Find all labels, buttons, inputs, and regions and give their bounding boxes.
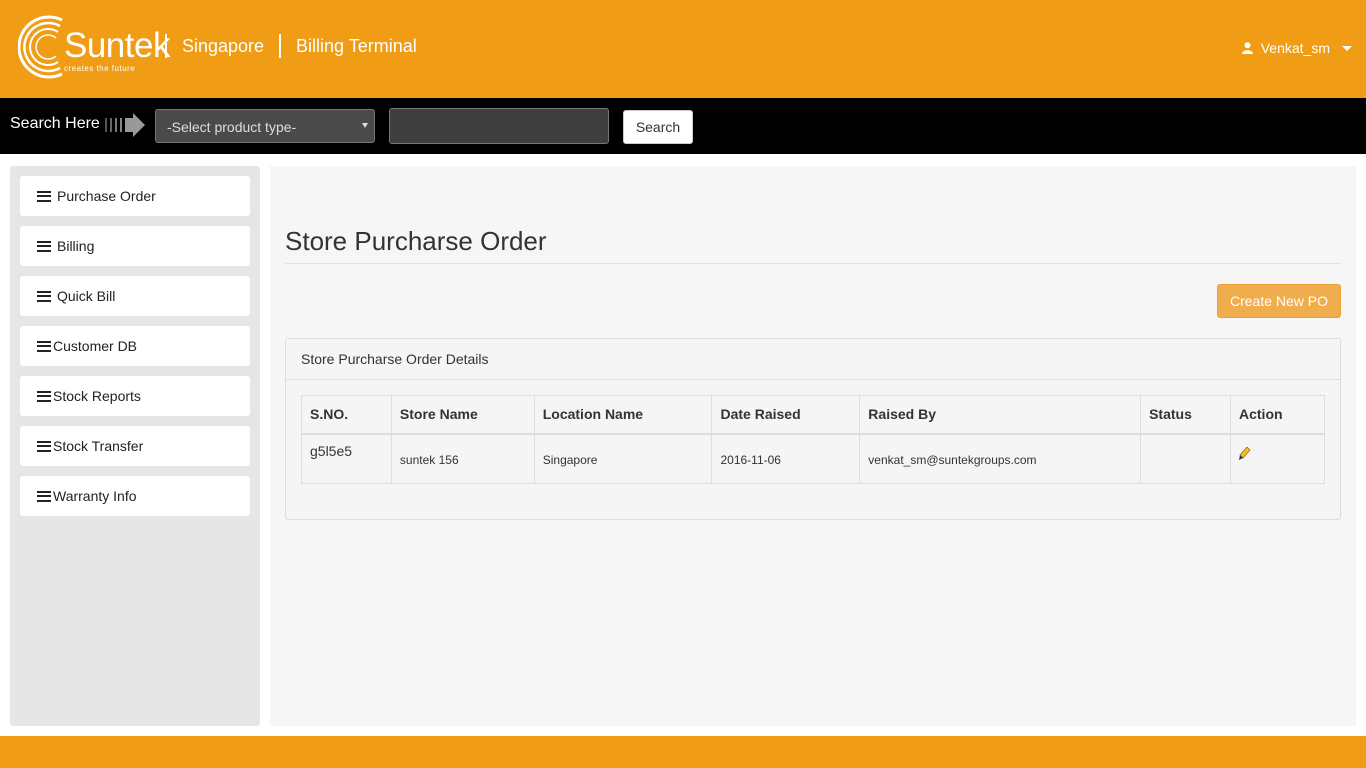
list-icon — [37, 240, 51, 252]
header-divider — [279, 34, 281, 58]
sidebar-item-label: Stock Reports — [53, 388, 141, 404]
sidebar-item-purchase-order[interactable]: Purchase Order — [20, 176, 250, 216]
column-header: S.NO. — [301, 395, 392, 435]
list-icon — [37, 490, 51, 502]
arrow-right-icon — [105, 113, 145, 137]
sidebar-item-label: Billing — [57, 238, 95, 254]
cell-sno: g5l5e5 — [301, 433, 392, 484]
product-type-select[interactable]: -Select product type- — [155, 109, 375, 143]
app-footer — [0, 736, 1366, 768]
cell-action — [1230, 433, 1325, 484]
header-divider — [165, 34, 167, 58]
sidebar-item-warranty-info[interactable]: Warranty Info — [20, 476, 250, 516]
app-header: Suntek creates the future Singapore Bill… — [0, 0, 1366, 98]
divider — [285, 263, 1341, 264]
sidebar-item-quick-bill[interactable]: Quick Bill — [20, 276, 250, 316]
search-button[interactable]: Search — [623, 110, 693, 144]
sidebar-item-label: Quick Bill — [57, 288, 116, 304]
product-type-selected: -Select product type- — [167, 119, 297, 135]
caret-down-icon — [1342, 45, 1352, 51]
sidebar-item-stock-reports[interactable]: Stock Reports — [20, 376, 250, 416]
app-name-label: Billing Terminal — [296, 36, 417, 56]
list-icon — [37, 190, 51, 202]
table-row: g5l5e5 suntek 156 Singapore 2016-11-06 v… — [301, 433, 1325, 484]
logo-wordmark: Suntek — [64, 26, 170, 65]
sidebar-item-label: Warranty Info — [53, 488, 137, 504]
page-title: Store Purcharse Order — [285, 226, 547, 256]
sidebar-item-label: Purchase Order — [57, 188, 156, 204]
user-icon — [1241, 42, 1253, 54]
location-label: Singapore — [182, 36, 265, 56]
list-icon — [37, 440, 51, 452]
cell-store-name: suntek 156 — [390, 433, 535, 484]
table-header-row: S.NO. Store Name Location Name Date Rais… — [301, 395, 1325, 435]
sidebar-item-label: Customer DB — [53, 338, 138, 354]
column-header: Action — [1230, 395, 1325, 435]
column-header: Date Raised — [711, 395, 861, 435]
suntek-logo[interactable]: Suntek creates the future — [18, 12, 170, 82]
column-header: Raised By — [859, 395, 1142, 435]
list-icon — [37, 390, 51, 402]
cell-raised-by: venkat_sm@suntekgroups.com — [859, 433, 1142, 484]
list-icon — [37, 340, 51, 352]
search-label: Search Here — [10, 115, 100, 132]
caret-down-icon — [362, 123, 368, 128]
search-input[interactable] — [389, 108, 609, 144]
sidebar-item-label: Stock Transfer — [53, 438, 144, 454]
panel-heading: Store Purcharse Order Details — [286, 339, 1340, 380]
po-table: S.NO. Store Name Location Name Date Rais… — [301, 395, 1325, 484]
create-new-po-button[interactable]: Create New PO — [1217, 284, 1341, 318]
cell-location-name: Singapore — [533, 433, 713, 484]
column-header: Store Name — [390, 395, 535, 435]
user-name: Venkat_sm — [1260, 40, 1330, 56]
sidebar-item-billing[interactable]: Billing — [20, 226, 250, 266]
column-header: Status — [1140, 395, 1231, 435]
column-header: Location Name — [533, 395, 713, 435]
main-content: Store Purcharse Order Create New PO Stor… — [270, 166, 1356, 726]
sidebar-item-stock-transfer[interactable]: Stock Transfer — [20, 426, 250, 466]
sidebar: Purchase Order Billing Quick Bill Custom… — [10, 166, 260, 726]
sidebar-item-customer-db[interactable]: Customer DB — [20, 326, 250, 366]
logo-tagline: creates the future — [64, 64, 136, 73]
po-details-panel: Store Purcharse Order Details S.NO. Stor… — [285, 338, 1341, 520]
user-menu[interactable]: Venkat_sm — [1241, 40, 1352, 56]
pencil-icon[interactable] — [1239, 446, 1251, 461]
cell-date-raised: 2016-11-06 — [711, 433, 861, 484]
list-icon — [37, 290, 51, 302]
cell-status — [1140, 433, 1231, 484]
